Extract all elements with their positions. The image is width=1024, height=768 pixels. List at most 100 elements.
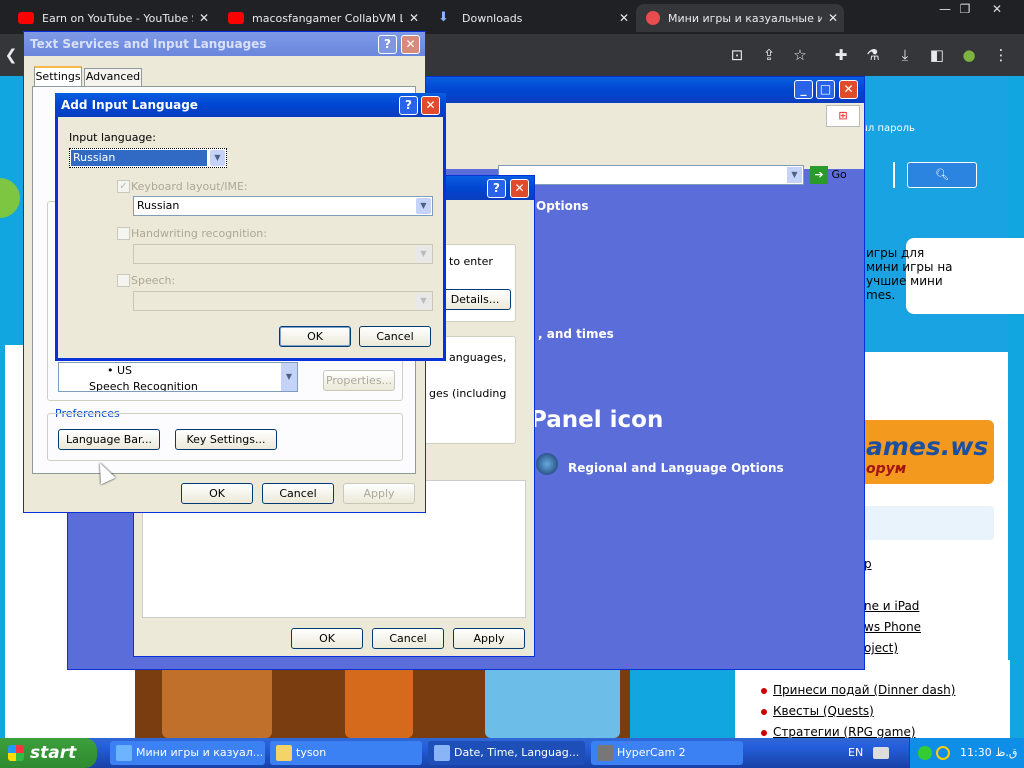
key-settings-button[interactable]: Key Settings... — [175, 429, 277, 450]
tab-title: Мини игры и казуальные и — [668, 11, 822, 25]
apply-button[interactable]: Apply — [453, 628, 525, 649]
tree-item-label: US — [117, 364, 133, 377]
installed-services-tree[interactable]: • US Speech Recognition ▼ — [58, 362, 298, 392]
language-indicator[interactable]: EN — [848, 738, 863, 768]
ok-button[interactable]: OK — [279, 326, 351, 347]
dialog-title: Add Input Language — [61, 98, 198, 112]
maximize-icon[interactable]: □ — [816, 80, 835, 99]
back-arrow-icon[interactable]: ❮ — [0, 44, 22, 66]
link-dinner-dash[interactable]: Принеси подай (Dinner dash) — [761, 683, 955, 697]
game-thumbnail-cat[interactable] — [162, 665, 272, 738]
go-arrow-icon: ➔ — [810, 166, 828, 184]
taskbar-button-browser[interactable]: Мини игры и казуал... — [110, 741, 265, 765]
password-hint[interactable]: ыл пароль — [860, 123, 915, 134]
translate-icon[interactable]: ⊡ — [726, 44, 748, 66]
taskbar-button-hypercam[interactable]: HyperCam 2 — [591, 741, 743, 765]
tab-title: macosfangamer CollabVM Liv — [252, 11, 403, 25]
apply-button[interactable]: Apply — [343, 483, 415, 504]
ok-button[interactable]: OK — [181, 483, 253, 504]
restore-icon[interactable]: ❐ — [950, 0, 980, 18]
tab-mini-games[interactable]: Мини игры и казуальные и ✕ — [636, 4, 844, 32]
speech-checkbox[interactable] — [117, 274, 130, 287]
keyboard-layout-checkbox[interactable]: ✓ — [117, 180, 130, 193]
link-quests[interactable]: Квесты (Quests) — [761, 704, 874, 718]
taskbar-button-folder[interactable]: tyson — [270, 741, 422, 765]
close-icon[interactable]: ✕ — [421, 96, 440, 115]
site-links-panel: Принеси подай (Dinner dash) Квесты (Ques… — [735, 660, 1010, 739]
game-thumbnail-pumpkin[interactable] — [345, 665, 413, 738]
cancel-button[interactable]: Cancel — [372, 628, 444, 649]
promo-line: mes. — [866, 288, 896, 302]
regional-language-link[interactable]: Regional and Language Options — [568, 461, 784, 475]
taskbar: start Мини игры и казуал... tyson Date, … — [0, 738, 1024, 768]
promo-text: игры для мини игры на учшие мини mes. — [866, 246, 953, 302]
chevron-down-icon[interactable]: ▼ — [416, 246, 431, 262]
side-panel-icon[interactable]: ◧ — [926, 44, 948, 66]
including-text: ges (including — [429, 387, 507, 400]
tab-youtube-earn[interactable]: Earn on YouTube - YouTube S ✕ — [0, 4, 215, 32]
start-label: start — [30, 743, 77, 763]
banner-subtext: орум — [866, 461, 907, 477]
tree-item-us[interactable]: • US — [107, 364, 132, 377]
chevron-down-icon[interactable]: ▼ — [210, 150, 225, 166]
chevron-down-icon[interactable]: ▼ — [787, 167, 802, 183]
cancel-button[interactable]: Cancel — [262, 483, 334, 504]
chevron-down-icon[interactable]: ▼ — [416, 293, 431, 309]
speech-select[interactable]: ▼ — [133, 291, 433, 311]
close-icon[interactable]: ✕ — [839, 80, 858, 99]
clock[interactable]: 11:30 ق.ظ — [960, 738, 1017, 768]
help-icon[interactable]: ? — [487, 179, 506, 198]
go-button[interactable]: ➔ Go — [810, 166, 862, 186]
game-thumbnail-car[interactable] — [485, 665, 620, 738]
properties-button[interactable]: Properties... — [323, 370, 395, 391]
start-button[interactable]: start — [0, 738, 97, 768]
menu-dots-icon[interactable]: ⋮ — [990, 44, 1012, 66]
tab-settings[interactable]: Settings — [34, 66, 82, 86]
download-icon[interactable]: ⤓ — [894, 44, 916, 66]
globe-icon — [434, 745, 450, 761]
search-icon[interactable] — [936, 746, 950, 760]
tree-item-speech[interactable]: Speech Recognition — [89, 380, 198, 391]
chevron-down-icon[interactable]: ▼ — [416, 198, 431, 214]
taskbar-button-date-time[interactable]: Date, Time, Languag... — [428, 741, 585, 765]
tab-downloads[interactable]: ⬇ Downloads ✕ — [420, 4, 635, 32]
close-icon[interactable]: ✕ — [401, 35, 420, 54]
share-icon[interactable]: ⇪ — [758, 44, 780, 66]
tab-advanced[interactable]: Advanced — [84, 68, 142, 86]
help-icon[interactable]: ? — [399, 96, 418, 115]
link-partial[interactable]: oject) — [864, 641, 898, 655]
link-partial[interactable]: ne и iPad — [864, 599, 919, 613]
language-bar-button[interactable]: Language Bar... — [58, 429, 160, 450]
help-icon[interactable]: ? — [378, 35, 397, 54]
keyboard-layout-select[interactable]: Russian ▼ — [133, 196, 433, 216]
cancel-button[interactable]: Cancel — [359, 326, 431, 347]
close-window-icon[interactable]: ✕ — [982, 0, 1012, 18]
profile-avatar-icon[interactable]: ● — [958, 44, 980, 66]
close-icon[interactable]: ✕ — [822, 11, 844, 25]
close-icon[interactable]: ✕ — [510, 179, 529, 198]
close-icon[interactable]: ✕ — [613, 11, 635, 25]
extensions-icon[interactable]: ✚ — [830, 44, 852, 66]
scrollbar[interactable]: ▼ — [281, 363, 297, 391]
ok-button[interactable]: OK — [291, 628, 363, 649]
flask-icon[interactable]: ⚗ — [862, 44, 884, 66]
banner-text: ames.ws — [866, 432, 989, 461]
taskbar-label: HyperCam 2 — [617, 746, 686, 759]
link-partial[interactable]: ws Phone — [864, 620, 921, 634]
tab-collabvm[interactable]: macosfangamer CollabVM Liv ✕ — [210, 4, 425, 32]
keyboard-icon[interactable] — [873, 747, 889, 759]
handwriting-checkbox[interactable] — [117, 227, 130, 240]
network-icon[interactable] — [918, 746, 932, 760]
bullet-icon — [761, 708, 767, 715]
link-partial[interactable]: p — [864, 557, 872, 571]
minimize-icon[interactable]: _ — [794, 80, 813, 99]
input-language-select[interactable]: Russian ▼ — [69, 148, 227, 168]
handwriting-select[interactable]: ▼ — [133, 244, 433, 264]
address-input[interactable]: ▼ — [498, 165, 804, 185]
folder-icon — [276, 745, 292, 761]
times-heading: , and times — [538, 327, 614, 341]
search-button[interactable]: 🔍︎ — [907, 162, 977, 188]
link-rpg[interactable]: Стратегии (RPG game) — [761, 725, 916, 739]
bookmark-star-icon[interactable]: ☆ — [789, 44, 811, 66]
details-button[interactable]: Details... — [439, 289, 511, 310]
